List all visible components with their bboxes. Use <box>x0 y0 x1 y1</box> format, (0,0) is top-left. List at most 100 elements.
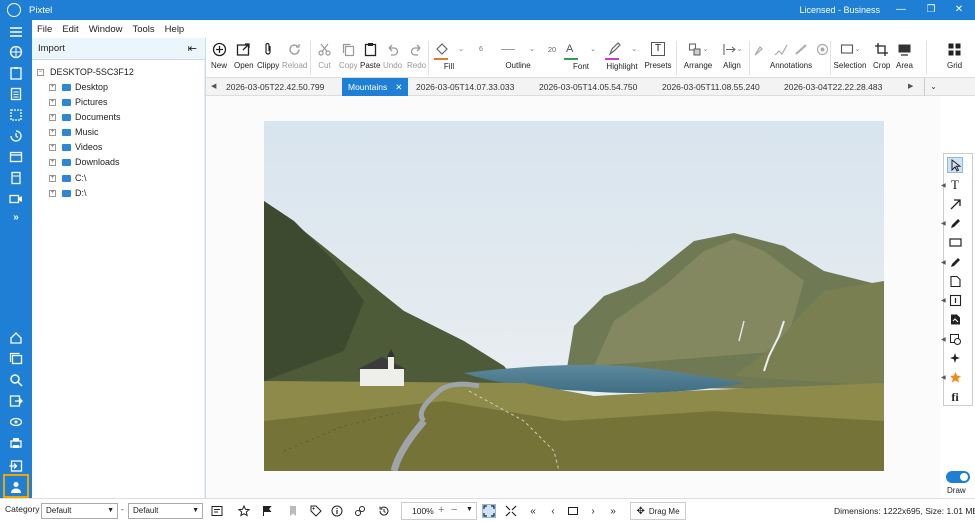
printer-icon[interactable] <box>8 435 24 451</box>
tab-1[interactable]: 2026-03-05T22.42.50.799 <box>226 78 324 96</box>
editor-canvas[interactable] <box>206 96 940 498</box>
select-tool-icon[interactable] <box>947 157 963 173</box>
favorite-star-icon[interactable] <box>947 369 963 385</box>
document-icon[interactable] <box>8 86 24 102</box>
expand-sidebar-icon[interactable]: » <box>8 209 24 225</box>
cut-button[interactable]: Cut <box>317 40 332 70</box>
copy-button[interactable]: Copy <box>339 40 358 70</box>
export-icon[interactable] <box>8 393 24 409</box>
minimize-button[interactable]: — <box>889 2 913 18</box>
note-tool-icon[interactable] <box>947 273 963 289</box>
magic-tool-icon[interactable] <box>947 350 963 366</box>
expand-toggle-icon[interactable]: + <box>49 174 56 182</box>
expand-toggle-icon[interactable]: + <box>49 83 56 91</box>
tab-6[interactable]: 2026-03-04T22.22.28.483 <box>784 78 882 96</box>
font-tool-icon[interactable]: fi <box>947 389 963 405</box>
arrange-control[interactable]: ⌄ Arrange <box>682 40 714 70</box>
arrow-tool-icon[interactable] <box>947 196 963 212</box>
flag-icon[interactable] <box>260 504 274 518</box>
highlighter-tool-icon[interactable] <box>947 254 963 270</box>
gallery-icon[interactable] <box>8 351 24 367</box>
menu-window[interactable]: Window <box>89 24 123 35</box>
pen-tool-icon[interactable] <box>947 215 963 231</box>
history-icon[interactable] <box>377 504 391 518</box>
tree-item-music[interactable]: + Music <box>49 125 99 139</box>
presets-button[interactable]: T Presets <box>644 40 672 70</box>
star-icon[interactable] <box>237 504 251 518</box>
tab-scroll-right-icon[interactable]: ▶ <box>908 78 913 96</box>
window-capture-icon[interactable] <box>8 149 24 165</box>
tab-list-chevron-icon[interactable]: ⌄ <box>924 78 942 96</box>
hamburger-menu-icon[interactable] <box>8 24 24 40</box>
step-counter-tool-icon[interactable] <box>947 292 963 308</box>
chevron-down-icon[interactable]: ▼ <box>466 506 473 513</box>
tab-3[interactable]: 2026-03-05T14.07.33.033 <box>416 78 514 96</box>
close-tab-icon[interactable]: ✕ <box>395 82 402 92</box>
expand-toggle-icon[interactable]: + <box>49 143 56 151</box>
bookmark-icon[interactable] <box>286 504 300 518</box>
collapse-panel-icon[interactable]: ⇤ <box>188 42 197 55</box>
tags-icon[interactable] <box>309 504 323 518</box>
sticker-tool-icon[interactable] <box>947 311 963 327</box>
tab-5[interactable]: 2026-03-05T11.08.55.240 <box>662 78 760 96</box>
fill-control[interactable]: ⌄ Fill <box>434 40 464 71</box>
video-capture-icon[interactable] <box>8 191 24 207</box>
outline-control[interactable]: ⌄ Outline <box>494 40 542 70</box>
expand-toggle-icon[interactable]: + <box>49 158 56 166</box>
tree-root[interactable]: − DESKTOP-5SC3F12 <box>37 65 134 79</box>
category-select[interactable]: Default ▼ <box>41 503 118 519</box>
tab-scroll-left-icon[interactable]: ◀ <box>211 78 216 96</box>
menu-tools[interactable]: Tools <box>132 24 154 35</box>
stamp-tool-icon[interactable] <box>947 331 963 347</box>
tree-item-c-drive[interactable]: + C:\ <box>49 171 87 185</box>
menu-file[interactable]: File <box>37 24 52 35</box>
home-icon[interactable] <box>8 330 24 346</box>
outline-width-control[interactable]: 6 <box>471 40 491 58</box>
fit-to-window-icon[interactable] <box>482 504 496 518</box>
menu-help[interactable]: Help <box>165 24 185 35</box>
draw-toggle[interactable] <box>946 471 970 483</box>
font-control[interactable]: A ⌄ Font <box>564 40 598 71</box>
account-icon[interactable] <box>8 479 24 495</box>
tab-4[interactable]: 2026-03-05T14.05.54.750 <box>539 78 637 96</box>
redo-button[interactable]: Redo <box>407 40 426 70</box>
highlight-control[interactable]: ⌄ Highlight <box>605 40 639 71</box>
selection-control[interactable]: ⌄ Selection <box>833 40 867 70</box>
close-button[interactable]: ✕ <box>947 2 971 18</box>
timer-capture-icon[interactable] <box>8 128 24 144</box>
first-image-icon[interactable]: « <box>526 504 540 518</box>
tree-item-documents[interactable]: + Documents <box>49 110 121 124</box>
expand-toggle-icon[interactable]: + <box>49 113 56 121</box>
next-image-icon[interactable]: › <box>586 504 600 518</box>
paste-button[interactable]: Paste <box>360 40 380 70</box>
font-size-control[interactable]: 20 <box>539 40 565 58</box>
previous-image-icon[interactable]: ‹ <box>546 504 560 518</box>
tree-item-d-drive[interactable]: + D:\ <box>49 186 87 200</box>
tree-item-downloads[interactable]: + Downloads <box>49 155 120 169</box>
import-icon[interactable] <box>8 458 24 474</box>
reload-button[interactable]: Reload <box>282 40 307 70</box>
area-button[interactable]: Area <box>896 40 913 70</box>
actual-size-icon[interactable] <box>504 504 518 518</box>
tree-item-videos[interactable]: + Videos <box>49 140 102 154</box>
expand-toggle-icon[interactable]: + <box>49 128 56 136</box>
rectangle-tool-icon[interactable] <box>947 234 963 250</box>
open-button[interactable]: Open <box>234 40 254 70</box>
zoom-in-icon[interactable]: + <box>438 504 444 516</box>
drag-me-button[interactable]: ✥ Drag Me <box>630 502 686 520</box>
expand-toggle-icon[interactable]: + <box>49 189 56 197</box>
zoom-out-icon[interactable]: − <box>451 504 457 516</box>
text-tool-icon[interactable]: T <box>947 177 963 193</box>
search-icon[interactable] <box>8 372 24 388</box>
clippy-button[interactable]: Clippy <box>257 40 279 70</box>
scrolling-capture-icon[interactable] <box>8 170 24 186</box>
restore-button[interactable]: ❐ <box>919 2 943 18</box>
zoom-control[interactable]: 100% + − ▼ <box>401 502 477 520</box>
slideshow-icon[interactable] <box>566 504 580 518</box>
undo-button[interactable]: Undo <box>383 40 402 70</box>
subcategory-select[interactable]: Default ▼ <box>128 503 203 519</box>
tree-item-desktop[interactable]: + Desktop <box>49 80 108 94</box>
grid-button[interactable]: Grid <box>947 40 962 70</box>
menu-edit[interactable]: Edit <box>62 24 78 35</box>
last-image-icon[interactable]: » <box>606 504 620 518</box>
